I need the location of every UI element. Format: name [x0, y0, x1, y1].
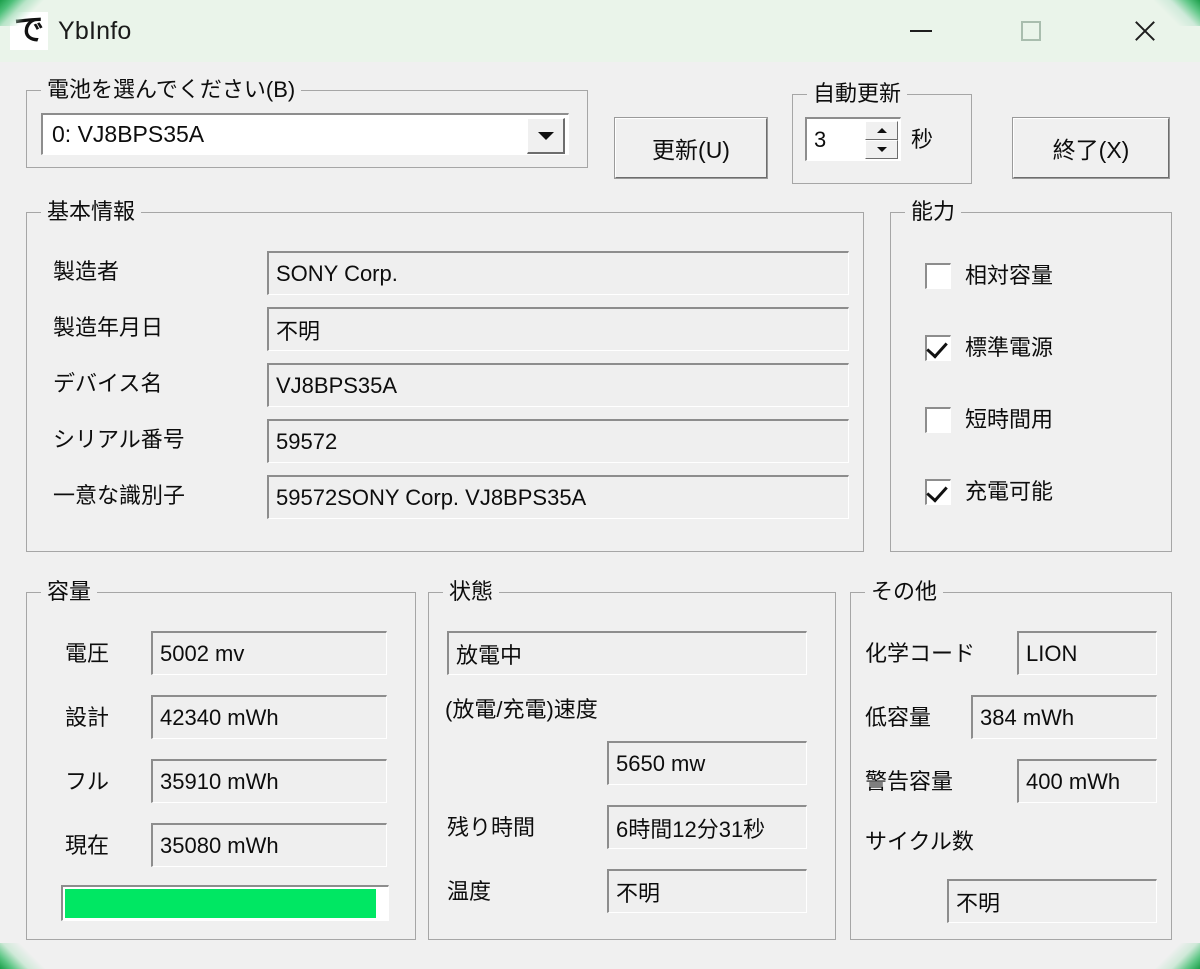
- client-area: 電池を選んでください(B) 0: VJ8BPS35A 更新(U) 自動更新 3: [0, 62, 1200, 969]
- checkbox-box[interactable]: [925, 479, 951, 505]
- exit-button[interactable]: 終了(X): [1012, 117, 1170, 179]
- temperature-field: 不明: [607, 869, 807, 913]
- rate-field: 5650 mw: [607, 741, 807, 785]
- warning-capacity-field: 400 mWh: [1017, 759, 1157, 803]
- low-capacity-label: 低容量: [865, 705, 932, 730]
- auto-refresh-group-title: 自動更新: [807, 81, 908, 107]
- device-name-field: VJ8BPS35A: [267, 363, 849, 407]
- cycle-count-field: 不明: [947, 879, 1157, 923]
- checkbox-box[interactable]: [925, 407, 951, 433]
- app-window: で YbInfo 電池を選んでください(B) 0: VJ8BPS35A 更新(U…: [0, 0, 1200, 969]
- minimize-button[interactable]: [886, 0, 956, 62]
- manufacture-date-field: 不明: [267, 307, 849, 351]
- battery-select-group: 電池を選んでください(B) 0: VJ8BPS35A: [26, 77, 588, 168]
- serial-number-label: シリアル番号: [53, 427, 185, 452]
- checkbox-standard-power[interactable]: 標準電源: [925, 335, 1053, 361]
- battery-select-group-title: 電池を選んでください(B): [41, 77, 302, 103]
- checkbox-label: 充電可能: [965, 479, 1054, 504]
- spinner-down-button[interactable]: [865, 140, 898, 159]
- low-capacity-field: 384 mWh: [971, 695, 1157, 739]
- window-title: YbInfo: [58, 17, 132, 45]
- full-capacity-label: フル: [65, 769, 110, 794]
- status-group: 状態 放電中 (放電/充電)速度 5650 mw 残り時間 6時間12分31秒 …: [428, 579, 836, 940]
- remaining-time-label: 残り時間: [447, 815, 536, 840]
- checkbox-box[interactable]: [925, 335, 951, 361]
- unique-id-label: 一意な識別子: [53, 483, 186, 508]
- serial-number-field: 59572: [267, 419, 849, 463]
- capacity-group-title: 容量: [41, 579, 98, 605]
- exit-button-label: 終了(X): [1052, 137, 1130, 163]
- chevron-up-icon: [876, 128, 887, 133]
- warning-capacity-label: 警告容量: [865, 769, 954, 794]
- chemistry-label: 化学コード: [865, 641, 976, 666]
- voltage-label: 電圧: [65, 641, 110, 666]
- spinner-buttons[interactable]: [865, 121, 898, 159]
- full-capacity-field: 35910 mWh: [151, 759, 387, 803]
- chevron-down-icon: [876, 147, 887, 152]
- auto-refresh-unit-label: 秒: [911, 127, 934, 152]
- other-group: その他 化学コード LION 低容量 384 mWh 警告容量 400 mWh …: [850, 579, 1172, 940]
- checkbox-rechargeable[interactable]: 充電可能: [925, 479, 1053, 505]
- checkbox-label: 短時間用: [965, 407, 1054, 432]
- battery-select-combobox[interactable]: 0: VJ8BPS35A: [41, 113, 569, 155]
- design-capacity-field: 42340 mWh: [151, 695, 387, 739]
- checkbox-box[interactable]: [925, 263, 951, 289]
- capacity-progress-bar: [61, 885, 389, 921]
- current-capacity-label: 現在: [65, 833, 110, 858]
- current-capacity-field: 35080 mWh: [151, 823, 387, 867]
- checkbox-short-term[interactable]: 短時間用: [925, 407, 1053, 433]
- other-group-title: その他: [865, 579, 944, 605]
- status-group-title: 状態: [443, 579, 500, 605]
- auto-refresh-group: 自動更新 3 秒: [792, 81, 972, 184]
- device-name-label: デバイス名: [53, 371, 163, 396]
- basic-info-group: 基本情報 製造者 SONY Corp. 製造年月日 不明 デバイス名 VJ8BP…: [26, 199, 864, 552]
- chemistry-field: LION: [1017, 631, 1157, 675]
- spinner-up-button[interactable]: [865, 121, 898, 140]
- title-bar[interactable]: で YbInfo: [0, 0, 1200, 62]
- refresh-button-label: 更新(U): [652, 137, 730, 163]
- remaining-time-field: 6時間12分31秒: [607, 805, 807, 849]
- battery-state-field: 放電中: [447, 631, 807, 675]
- checkbox-label: 標準電源: [965, 335, 1054, 360]
- check-icon: [926, 336, 948, 359]
- capacity-progress-fill: [65, 889, 377, 918]
- minimize-icon: [910, 30, 932, 32]
- rate-label: (放電/充電)速度: [445, 697, 598, 722]
- battery-select-value: 0: VJ8BPS35A: [52, 121, 205, 147]
- close-button[interactable]: [1110, 0, 1180, 62]
- design-capacity-label: 設計: [65, 705, 110, 730]
- maximize-button[interactable]: [996, 0, 1066, 62]
- voltage-field: 5002 mv: [151, 631, 387, 675]
- chevron-down-icon[interactable]: [527, 118, 565, 154]
- close-icon: [1132, 18, 1158, 44]
- auto-refresh-value: 3: [814, 126, 827, 152]
- app-icon: で: [10, 12, 48, 50]
- refresh-button[interactable]: 更新(U): [614, 117, 768, 179]
- check-icon: [926, 480, 948, 503]
- manufacture-date-label: 製造年月日: [53, 315, 164, 340]
- cycle-count-label: サイクル数: [865, 829, 974, 854]
- maximize-icon: [1021, 21, 1041, 41]
- temperature-label: 温度: [447, 879, 492, 904]
- checkbox-label: 相対容量: [965, 263, 1054, 288]
- manufacturer-field: SONY Corp.: [267, 251, 849, 295]
- capability-group: 能力 相対容量 標準電源 短時間用 充電可能: [890, 199, 1172, 552]
- unique-id-field: 59572SONY Corp. VJ8BPS35A: [267, 475, 849, 519]
- capacity-group: 容量 電圧 5002 mv 設計 42340 mWh フル 35910 mWh …: [26, 579, 416, 940]
- basic-info-group-title: 基本情報: [41, 199, 142, 225]
- capability-group-title: 能力: [905, 199, 962, 225]
- checkbox-relative-capacity[interactable]: 相対容量: [925, 263, 1053, 289]
- auto-refresh-spinner[interactable]: 3: [805, 117, 901, 161]
- manufacturer-label: 製造者: [53, 259, 120, 284]
